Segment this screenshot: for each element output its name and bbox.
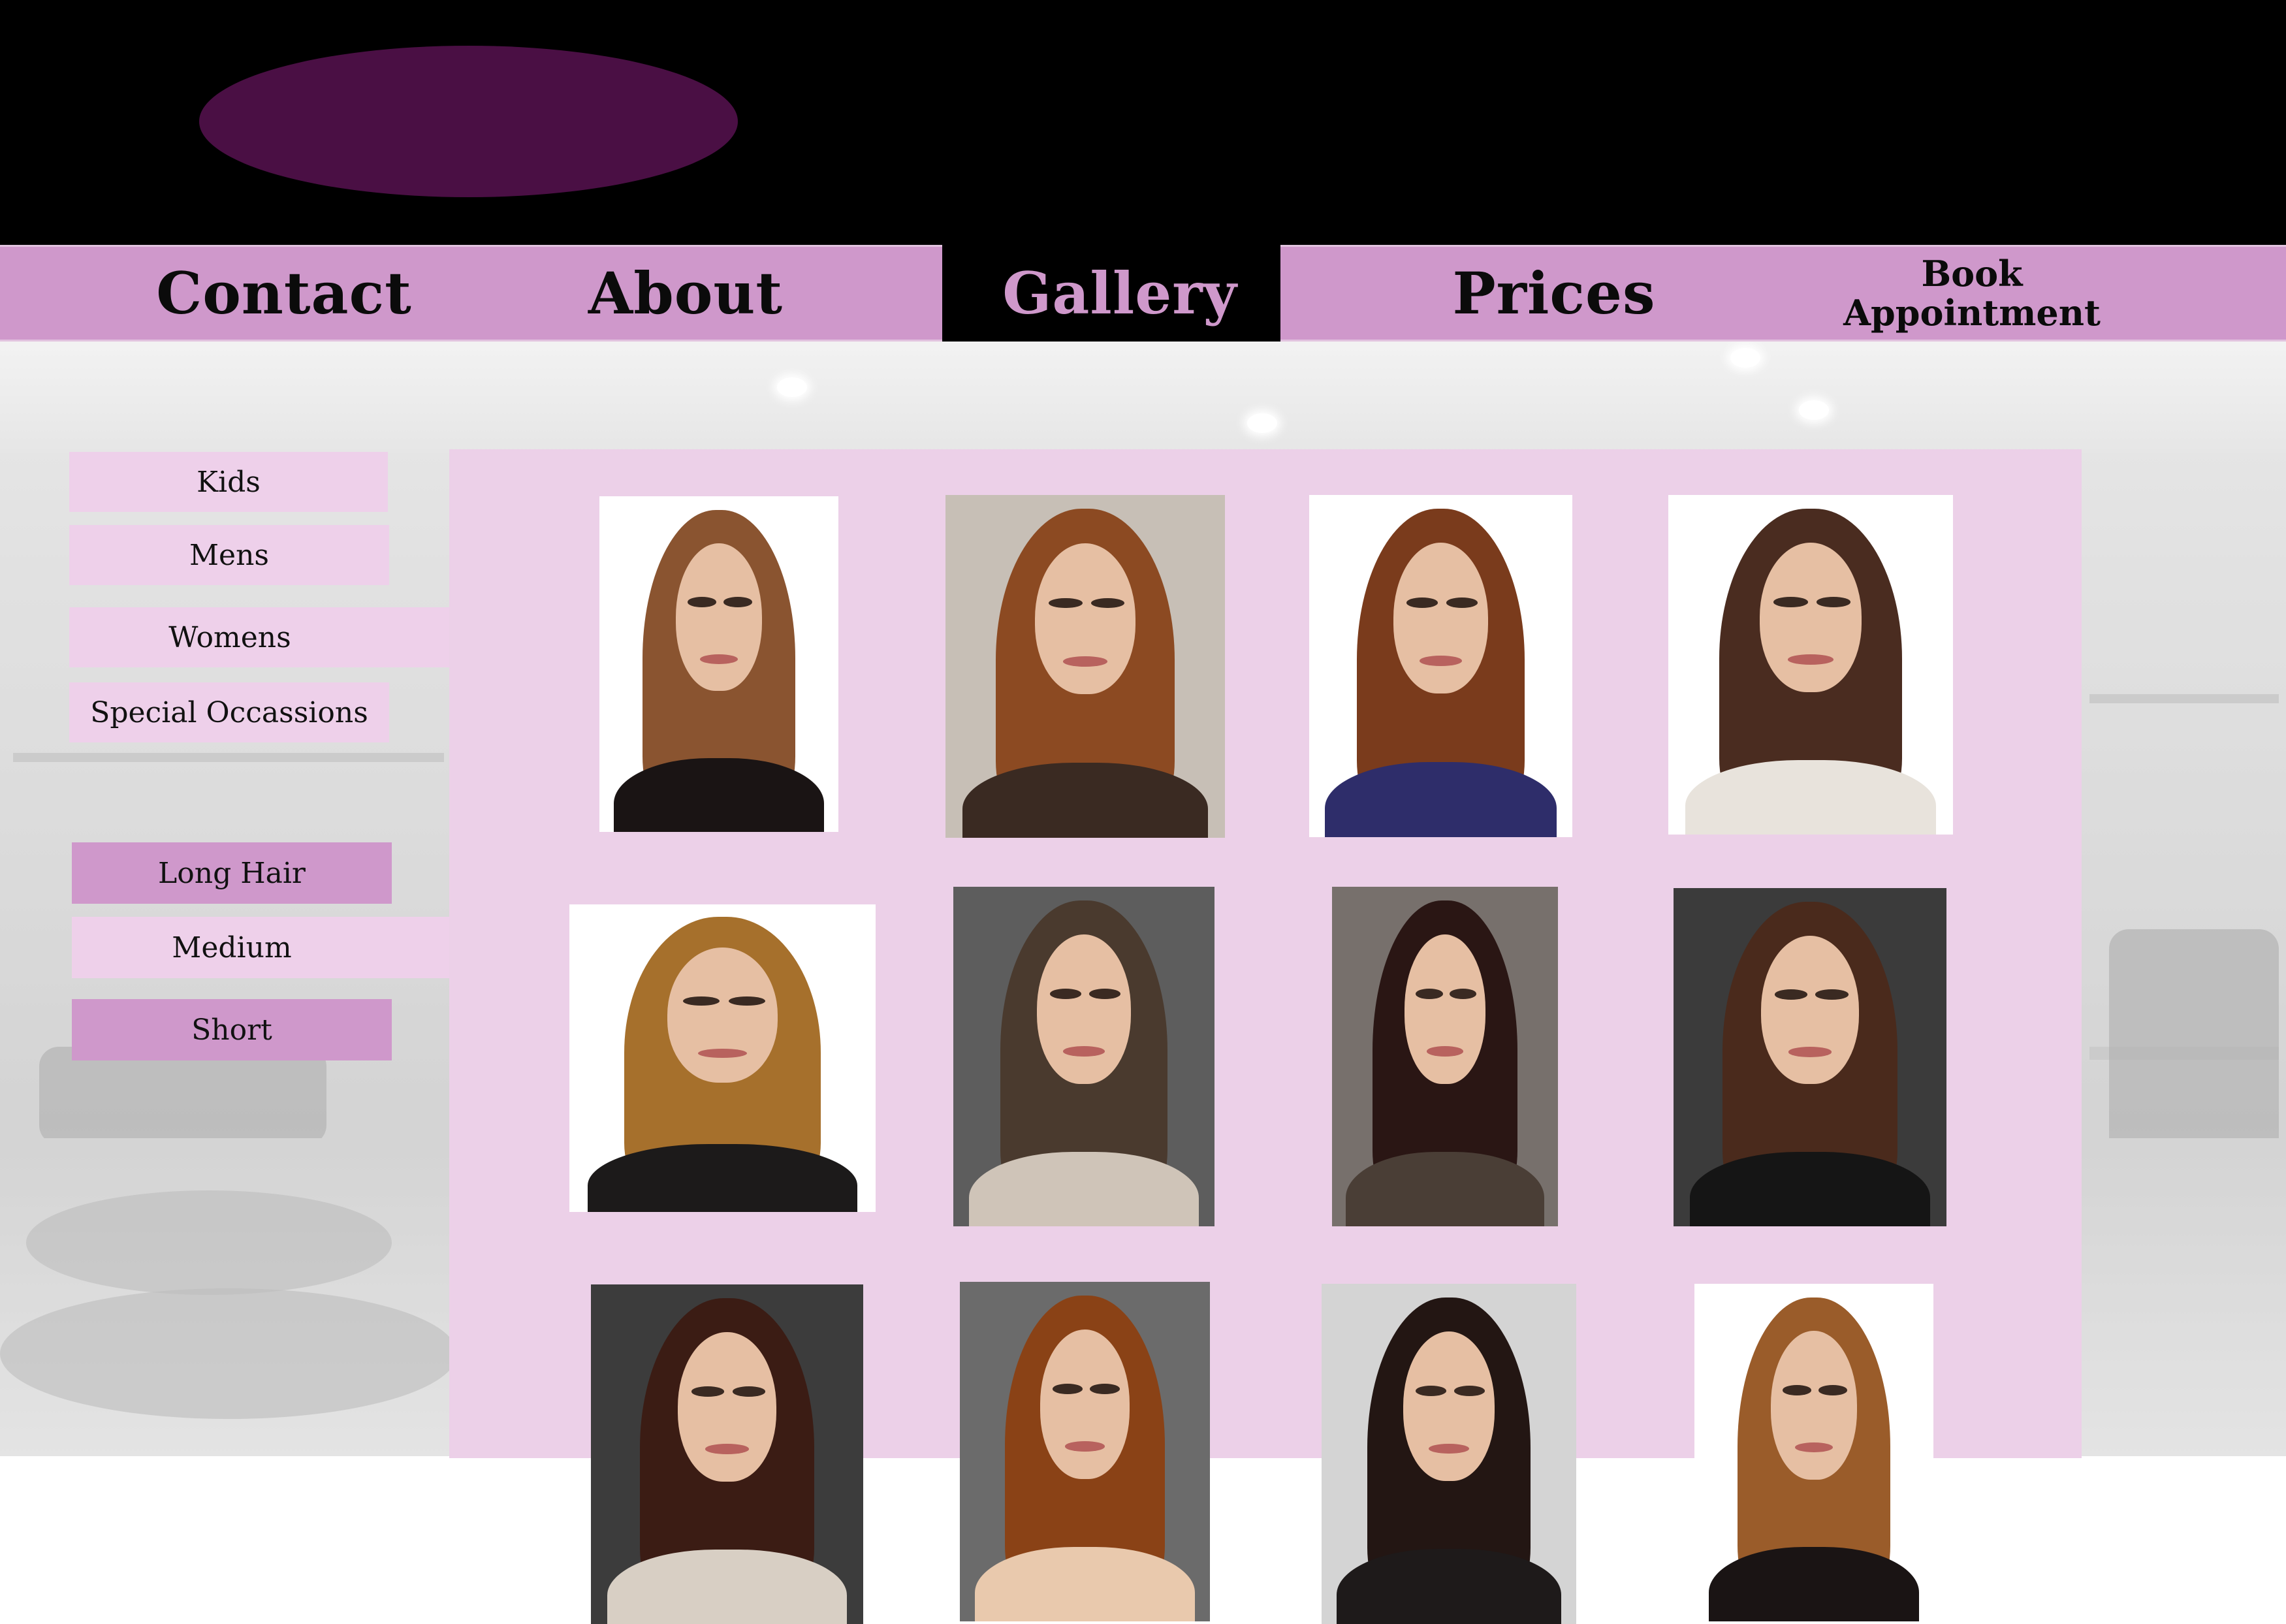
- nav-book-appointment[interactable]: Book Appointment: [1815, 245, 2129, 342]
- gallery-photo[interactable]: [1322, 1284, 1576, 1624]
- menu-special-occassions[interactable]: Special Occassions: [69, 682, 389, 742]
- gallery-photo[interactable]: [945, 495, 1225, 838]
- gallery-photo[interactable]: [591, 1284, 863, 1624]
- gallery-photo[interactable]: [569, 904, 876, 1212]
- nav-prices[interactable]: Prices: [1401, 245, 1707, 342]
- nav-about[interactable]: About: [532, 245, 839, 342]
- nav-contact[interactable]: Contact: [131, 245, 437, 342]
- menu-kids[interactable]: Kids: [69, 452, 388, 512]
- gallery-photo[interactable]: [1332, 887, 1558, 1226]
- gallery-photo[interactable]: [1668, 495, 1953, 835]
- menu-short[interactable]: Short: [72, 999, 392, 1060]
- gallery-photo[interactable]: [960, 1282, 1210, 1621]
- menu-long-hair[interactable]: Long Hair: [72, 842, 392, 904]
- menu-medium[interactable]: Medium: [72, 917, 449, 978]
- gallery-photo[interactable]: [1694, 1284, 1933, 1621]
- gallery-photo[interactable]: [1674, 888, 1946, 1226]
- gallery-photo[interactable]: [953, 887, 1214, 1226]
- menu-mens[interactable]: Mens: [69, 525, 389, 585]
- site-header: [0, 0, 2286, 245]
- logo[interactable]: [199, 46, 738, 197]
- gallery-photo[interactable]: [599, 496, 838, 832]
- nav-gallery[interactable]: Gallery: [966, 245, 1273, 342]
- menu-womens[interactable]: Womens: [69, 607, 449, 667]
- gallery-photo[interactable]: [1309, 495, 1572, 837]
